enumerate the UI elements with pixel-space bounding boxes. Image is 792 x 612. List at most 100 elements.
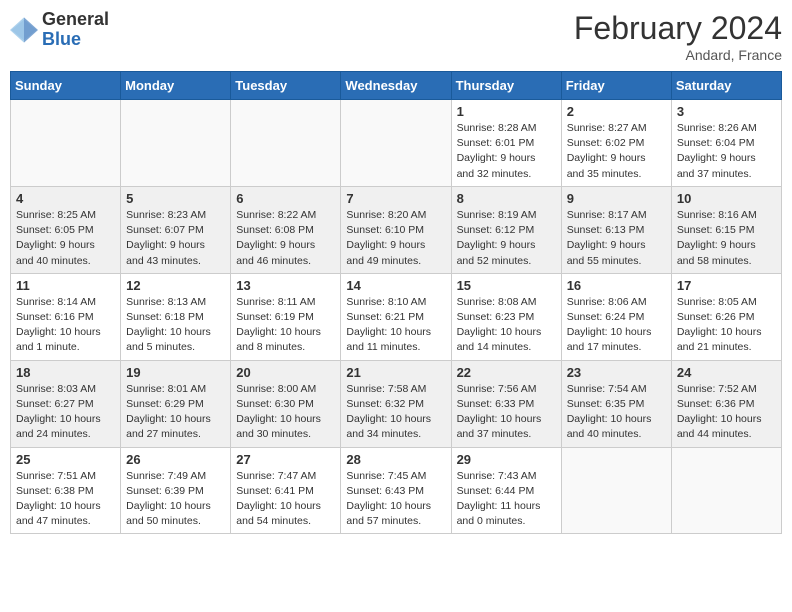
day-number: 11 <box>16 278 115 293</box>
day-info: Sunrise: 8:13 AM Sunset: 6:18 PM Dayligh… <box>126 295 225 356</box>
day-cell: 9 Sunrise: 8:17 AM Sunset: 6:13 PM Daylig… <box>561 186 671 273</box>
day-number: 18 <box>16 365 115 380</box>
day-cell: 5 Sunrise: 8:23 AM Sunset: 6:07 PM Daylig… <box>121 186 231 273</box>
weekday-header-row: SundayMondayTuesdayWednesdayThursdayFrid… <box>11 72 782 100</box>
empty-day-cell <box>231 100 341 187</box>
empty-day-cell <box>11 100 121 187</box>
day-number: 5 <box>126 191 225 206</box>
day-number: 26 <box>126 452 225 467</box>
day-number: 24 <box>677 365 776 380</box>
day-number: 25 <box>16 452 115 467</box>
day-info: Sunrise: 8:08 AM Sunset: 6:23 PM Dayligh… <box>457 295 556 356</box>
day-cell: 12 Sunrise: 8:13 AM Sunset: 6:18 PM Dayli… <box>121 273 231 360</box>
logo-blue-text: Blue <box>42 30 109 50</box>
day-cell: 3 Sunrise: 8:26 AM Sunset: 6:04 PM Daylig… <box>671 100 781 187</box>
day-number: 10 <box>677 191 776 206</box>
day-number: 4 <box>16 191 115 206</box>
logo-text: General Blue <box>42 10 109 50</box>
day-cell: 23 Sunrise: 7:54 AM Sunset: 6:35 PM Dayli… <box>561 360 671 447</box>
day-cell: 15 Sunrise: 8:08 AM Sunset: 6:23 PM Dayli… <box>451 273 561 360</box>
day-cell: 13 Sunrise: 8:11 AM Sunset: 6:19 PM Dayli… <box>231 273 341 360</box>
day-cell: 8Sunrise: 8:19 AM Sunset: 6:12 PM Daylig… <box>451 186 561 273</box>
empty-day-cell <box>561 447 671 534</box>
day-number: 28 <box>346 452 445 467</box>
logo-icon <box>10 16 38 44</box>
day-info: Sunrise: 7:51 AM Sunset: 6:38 PM Dayligh… <box>16 469 115 530</box>
day-number: 21 <box>346 365 445 380</box>
empty-day-cell <box>341 100 451 187</box>
day-cell: 28 Sunrise: 7:45 AM Sunset: 6:43 PM Dayli… <box>341 447 451 534</box>
day-cell: 16 Sunrise: 8:06 AM Sunset: 6:24 PM Dayli… <box>561 273 671 360</box>
day-info: Sunrise: 8:26 AM Sunset: 6:04 PM Dayligh… <box>677 121 776 182</box>
calendar-week-row: 18 Sunrise: 8:03 AM Sunset: 6:27 PM Dayli… <box>11 360 782 447</box>
day-number: 19 <box>126 365 225 380</box>
day-info: Sunrise: 7:56 AM Sunset: 6:33 PM Dayligh… <box>457 382 556 443</box>
day-cell: 18 Sunrise: 8:03 AM Sunset: 6:27 PM Dayli… <box>11 360 121 447</box>
day-number: 2 <box>567 104 666 119</box>
day-info: Sunrise: 7:54 AM Sunset: 6:35 PM Dayligh… <box>567 382 666 443</box>
day-number: 3 <box>677 104 776 119</box>
empty-day-cell <box>121 100 231 187</box>
day-cell: 21 Sunrise: 7:58 AM Sunset: 6:32 PM Dayli… <box>341 360 451 447</box>
day-cell: 20Sunrise: 8:00 AM Sunset: 6:30 PM Dayli… <box>231 360 341 447</box>
day-number: 16 <box>567 278 666 293</box>
day-number: 13 <box>236 278 335 293</box>
day-cell: 24 Sunrise: 7:52 AM Sunset: 6:36 PM Dayli… <box>671 360 781 447</box>
day-cell: 10Sunrise: 8:16 AM Sunset: 6:15 PM Dayli… <box>671 186 781 273</box>
empty-day-cell <box>671 447 781 534</box>
day-number: 27 <box>236 452 335 467</box>
calendar-week-row: 1 Sunrise: 8:28 AM Sunset: 6:01 PM Daylig… <box>11 100 782 187</box>
page-header: General Blue February 2024 Andard, Franc… <box>10 10 782 63</box>
day-cell: 25 Sunrise: 7:51 AM Sunset: 6:38 PM Dayli… <box>11 447 121 534</box>
day-info: Sunrise: 8:11 AM Sunset: 6:19 PM Dayligh… <box>236 295 335 356</box>
day-cell: 4Sunrise: 8:25 AM Sunset: 6:05 PM Daylig… <box>11 186 121 273</box>
day-info: Sunrise: 8:00 AM Sunset: 6:30 PM Dayligh… <box>236 382 335 443</box>
day-cell: 27 Sunrise: 7:47 AM Sunset: 6:41 PM Dayli… <box>231 447 341 534</box>
day-cell: 11 Sunrise: 8:14 AM Sunset: 6:16 PM Dayli… <box>11 273 121 360</box>
weekday-header-thursday: Thursday <box>451 72 561 100</box>
day-cell: 17Sunrise: 8:05 AM Sunset: 6:26 PM Dayli… <box>671 273 781 360</box>
day-number: 7 <box>346 191 445 206</box>
day-info: Sunrise: 7:47 AM Sunset: 6:41 PM Dayligh… <box>236 469 335 530</box>
calendar-week-row: 11 Sunrise: 8:14 AM Sunset: 6:16 PM Dayli… <box>11 273 782 360</box>
weekday-header-monday: Monday <box>121 72 231 100</box>
day-info: Sunrise: 7:49 AM Sunset: 6:39 PM Dayligh… <box>126 469 225 530</box>
day-cell: 14 Sunrise: 8:10 AM Sunset: 6:21 PM Dayli… <box>341 273 451 360</box>
day-number: 23 <box>567 365 666 380</box>
day-info: Sunrise: 8:03 AM Sunset: 6:27 PM Dayligh… <box>16 382 115 443</box>
day-cell: 29Sunrise: 7:43 AM Sunset: 6:44 PM Dayli… <box>451 447 561 534</box>
day-number: 22 <box>457 365 556 380</box>
day-number: 29 <box>457 452 556 467</box>
title-block: February 2024 Andard, France <box>574 10 782 63</box>
day-info: Sunrise: 8:05 AM Sunset: 6:26 PM Dayligh… <box>677 295 776 356</box>
day-info: Sunrise: 7:45 AM Sunset: 6:43 PM Dayligh… <box>346 469 445 530</box>
weekday-header-friday: Friday <box>561 72 671 100</box>
day-cell: 22 Sunrise: 7:56 AM Sunset: 6:33 PM Dayli… <box>451 360 561 447</box>
day-number: 9 <box>567 191 666 206</box>
weekday-header-wednesday: Wednesday <box>341 72 451 100</box>
calendar-location: Andard, France <box>574 47 782 63</box>
day-info: Sunrise: 8:06 AM Sunset: 6:24 PM Dayligh… <box>567 295 666 356</box>
day-number: 15 <box>457 278 556 293</box>
calendar-week-row: 25 Sunrise: 7:51 AM Sunset: 6:38 PM Dayli… <box>11 447 782 534</box>
weekday-header-tuesday: Tuesday <box>231 72 341 100</box>
day-info: Sunrise: 7:58 AM Sunset: 6:32 PM Dayligh… <box>346 382 445 443</box>
day-info: Sunrise: 8:22 AM Sunset: 6:08 PM Dayligh… <box>236 208 335 269</box>
day-cell: 7 Sunrise: 8:20 AM Sunset: 6:10 PM Daylig… <box>341 186 451 273</box>
day-cell: 6Sunrise: 8:22 AM Sunset: 6:08 PM Daylig… <box>231 186 341 273</box>
day-number: 14 <box>346 278 445 293</box>
day-info: Sunrise: 8:23 AM Sunset: 6:07 PM Dayligh… <box>126 208 225 269</box>
day-info: Sunrise: 8:27 AM Sunset: 6:02 PM Dayligh… <box>567 121 666 182</box>
day-info: Sunrise: 8:20 AM Sunset: 6:10 PM Dayligh… <box>346 208 445 269</box>
day-info: Sunrise: 7:52 AM Sunset: 6:36 PM Dayligh… <box>677 382 776 443</box>
day-info: Sunrise: 8:10 AM Sunset: 6:21 PM Dayligh… <box>346 295 445 356</box>
day-number: 8 <box>457 191 556 206</box>
day-info: Sunrise: 8:17 AM Sunset: 6:13 PM Dayligh… <box>567 208 666 269</box>
logo-general-text: General <box>42 10 109 30</box>
calendar-table: SundayMondayTuesdayWednesdayThursdayFrid… <box>10 71 782 534</box>
day-number: 1 <box>457 104 556 119</box>
day-cell: 26 Sunrise: 7:49 AM Sunset: 6:39 PM Dayli… <box>121 447 231 534</box>
day-info: Sunrise: 8:28 AM Sunset: 6:01 PM Dayligh… <box>457 121 556 182</box>
day-number: 12 <box>126 278 225 293</box>
day-info: Sunrise: 8:14 AM Sunset: 6:16 PM Dayligh… <box>16 295 115 356</box>
